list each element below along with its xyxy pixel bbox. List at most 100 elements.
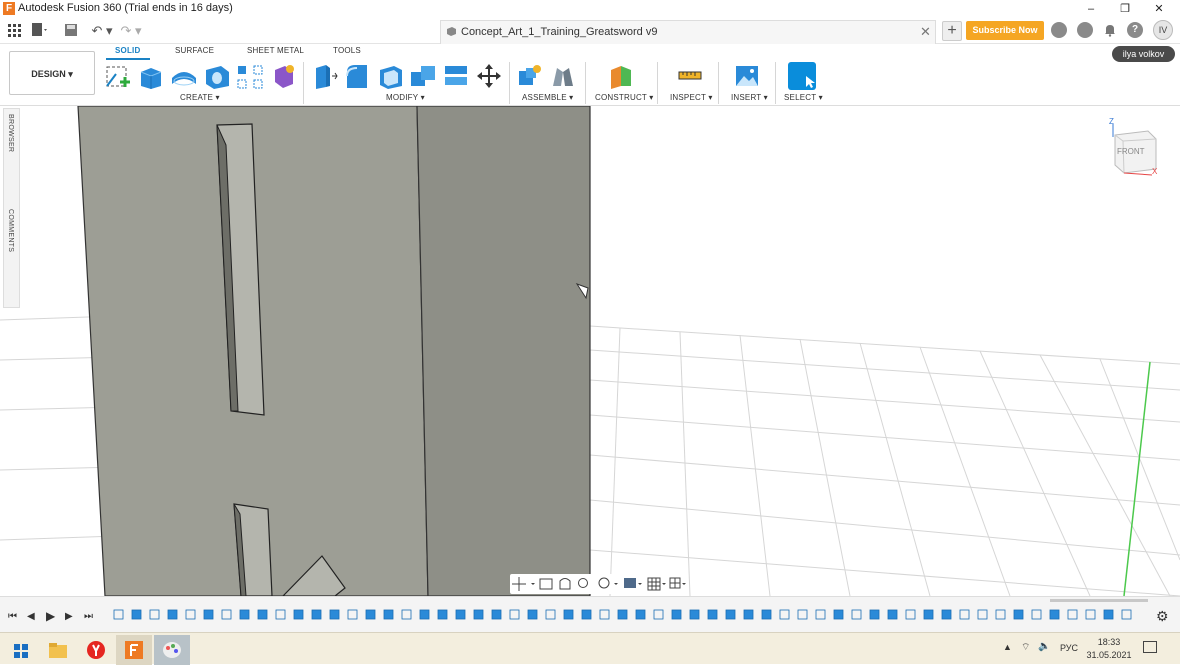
action-center-icon[interactable] bbox=[1143, 641, 1157, 653]
toolbar-divider bbox=[657, 62, 658, 104]
document-tab[interactable]: Concept_Art_1_Training_Greatsword v9 ✕ bbox=[440, 20, 936, 44]
assemble-group-label[interactable]: ASSEMBLE ▾ bbox=[522, 93, 573, 102]
toolbar-divider bbox=[775, 62, 776, 104]
orbit-icon bbox=[512, 577, 535, 591]
clock-date: 31.05.2021 bbox=[1086, 650, 1132, 660]
3d-viewport[interactable] bbox=[0, 106, 1180, 596]
create-sketch-icon[interactable] bbox=[104, 62, 132, 90]
z-axis-label: Z bbox=[1109, 117, 1114, 126]
undo-button[interactable]: ↶ ▾ bbox=[90, 22, 114, 40]
redo-button[interactable]: ↷ ▾ bbox=[118, 22, 144, 40]
help-icon[interactable]: ? bbox=[1127, 22, 1143, 38]
new-tab-button[interactable]: + bbox=[942, 21, 962, 41]
press-pull-icon[interactable] bbox=[310, 62, 338, 90]
revolve-icon[interactable] bbox=[170, 62, 198, 90]
pattern-icon[interactable] bbox=[236, 62, 264, 90]
os-taskbar: ▲ ⌔ 🔈 РУС 18:33 31.05.2021 bbox=[0, 632, 1180, 665]
select-group-label[interactable]: SELECT ▾ bbox=[784, 93, 823, 102]
data-panel-grid-icon[interactable] bbox=[8, 24, 22, 38]
select-icon[interactable] bbox=[788, 62, 816, 90]
timeline-start-icon[interactable]: ⏮ bbox=[8, 611, 17, 622]
toolbar-divider bbox=[509, 62, 510, 104]
network-icon[interactable]: ⌔ bbox=[1021, 641, 1030, 654]
toolbar-divider bbox=[718, 62, 719, 104]
system-clock[interactable]: 18:33 31.05.2021 bbox=[1086, 636, 1132, 662]
measure-icon[interactable] bbox=[676, 62, 704, 90]
window-title-bar: F Autodesk Fusion 360 (Trial ends in 16 … bbox=[0, 0, 1180, 18]
extrude-icon[interactable] bbox=[137, 62, 165, 90]
create-form-icon[interactable] bbox=[269, 62, 297, 90]
tab-tools[interactable]: TOOLS bbox=[333, 46, 361, 55]
look-at-icon bbox=[539, 578, 553, 590]
notifications-bell-icon[interactable] bbox=[1102, 22, 1118, 38]
timeline-features[interactable] bbox=[110, 607, 1145, 625]
job-status-icon[interactable] bbox=[1077, 22, 1093, 38]
workspace-switcher[interactable]: DESIGN ▾ bbox=[9, 51, 95, 95]
active-tab-underline bbox=[106, 58, 150, 60]
ribbon-toolbar: DESIGN ▾ SOLID SURFACE SHEET METAL TOOLS bbox=[0, 44, 1180, 106]
minimize-button[interactable]: – bbox=[1074, 0, 1108, 18]
timeline-forward-icon[interactable]: ▶ bbox=[65, 611, 73, 622]
timeline-play-icon[interactable]: ▶ bbox=[46, 609, 55, 623]
insert-image-icon[interactable] bbox=[733, 62, 761, 90]
yandex-browser-icon[interactable] bbox=[78, 635, 114, 665]
navigation-bar bbox=[510, 574, 688, 594]
offset-plane-icon[interactable] bbox=[607, 62, 635, 90]
view-cube[interactable]: Z FRONT X bbox=[1108, 117, 1166, 179]
tab-surface[interactable]: SURFACE bbox=[175, 46, 214, 55]
inspect-group-label[interactable]: INSPECT ▾ bbox=[670, 93, 713, 102]
timeline-back-icon[interactable]: ◀ bbox=[27, 611, 35, 622]
canvas-scene[interactable] bbox=[0, 106, 1180, 596]
body-side-face bbox=[416, 106, 591, 596]
file-menu-icon[interactable] bbox=[32, 23, 48, 37]
tab-sheet-metal[interactable]: SHEET METAL bbox=[247, 46, 304, 55]
timeline-settings-gear-icon[interactable]: ⚙ bbox=[1156, 608, 1169, 625]
toolbar-divider bbox=[303, 62, 304, 104]
subscribe-button[interactable]: Subscribe Now bbox=[966, 21, 1044, 40]
fusion-360-taskbar-icon[interactable] bbox=[116, 635, 152, 665]
front-face-label[interactable]: FRONT bbox=[1117, 147, 1145, 156]
app-title: Autodesk Fusion 360 (Trial ends in 16 da… bbox=[18, 2, 233, 14]
fillet-icon[interactable] bbox=[343, 62, 371, 90]
tray-chevron-icon[interactable]: ▲ bbox=[1003, 642, 1012, 652]
timeline-scrollbar[interactable] bbox=[1050, 599, 1148, 602]
fusion-logo-icon: F bbox=[3, 2, 15, 15]
username-badge[interactable]: ilya volkov bbox=[1112, 46, 1175, 62]
move-copy-icon[interactable] bbox=[475, 62, 503, 90]
extensions-icon[interactable] bbox=[1051, 22, 1067, 38]
pan-icon bbox=[559, 578, 571, 590]
close-document-icon[interactable]: ✕ bbox=[920, 24, 931, 40]
user-avatar[interactable]: IV bbox=[1153, 20, 1173, 40]
combine-icon[interactable] bbox=[409, 62, 437, 90]
x-axis-label: X bbox=[1152, 167, 1158, 176]
windows-start-icon[interactable] bbox=[3, 635, 39, 665]
close-window-button[interactable]: ✕ bbox=[1142, 0, 1176, 18]
shell-icon[interactable] bbox=[376, 62, 404, 90]
language-indicator[interactable]: РУС bbox=[1060, 643, 1078, 653]
volume-icon[interactable]: 🔈 bbox=[1038, 641, 1050, 652]
tab-solid[interactable]: SOLID bbox=[115, 46, 140, 55]
paint-app-icon[interactable] bbox=[154, 635, 190, 665]
timeline-bar: ⏮ ◀ ▶ ▶ ⏭ ⚙ bbox=[0, 596, 1180, 632]
insert-group-label[interactable]: INSERT ▾ bbox=[731, 93, 768, 102]
zoom-window-icon bbox=[598, 577, 610, 589]
split-body-icon[interactable] bbox=[442, 62, 470, 90]
new-component-icon[interactable] bbox=[516, 62, 544, 90]
joint-icon[interactable] bbox=[549, 62, 577, 90]
hole-icon[interactable] bbox=[203, 62, 231, 90]
modify-group-label[interactable]: MODIFY ▾ bbox=[386, 93, 425, 102]
document-name: Concept_Art_1_Training_Greatsword v9 bbox=[461, 26, 658, 38]
browser-comments-panel[interactable]: BROWSER COMMENTS bbox=[3, 108, 20, 308]
maximize-button[interactable]: ❐ bbox=[1108, 0, 1142, 18]
clock-time: 18:33 bbox=[1097, 637, 1121, 647]
file-explorer-icon[interactable] bbox=[40, 635, 76, 665]
comments-panel-label[interactable]: COMMENTS bbox=[7, 209, 14, 252]
create-group-label[interactable]: CREATE ▾ bbox=[180, 93, 220, 102]
construct-group-label[interactable]: CONSTRUCT ▾ bbox=[595, 93, 654, 102]
grid-settings-icon bbox=[647, 577, 661, 591]
display-settings-icon bbox=[624, 578, 636, 588]
browser-panel-label[interactable]: BROWSER bbox=[7, 114, 14, 152]
y-axis-line bbox=[1123, 361, 1151, 596]
timeline-end-icon[interactable]: ⏭ bbox=[84, 611, 93, 622]
save-icon[interactable] bbox=[64, 23, 78, 37]
